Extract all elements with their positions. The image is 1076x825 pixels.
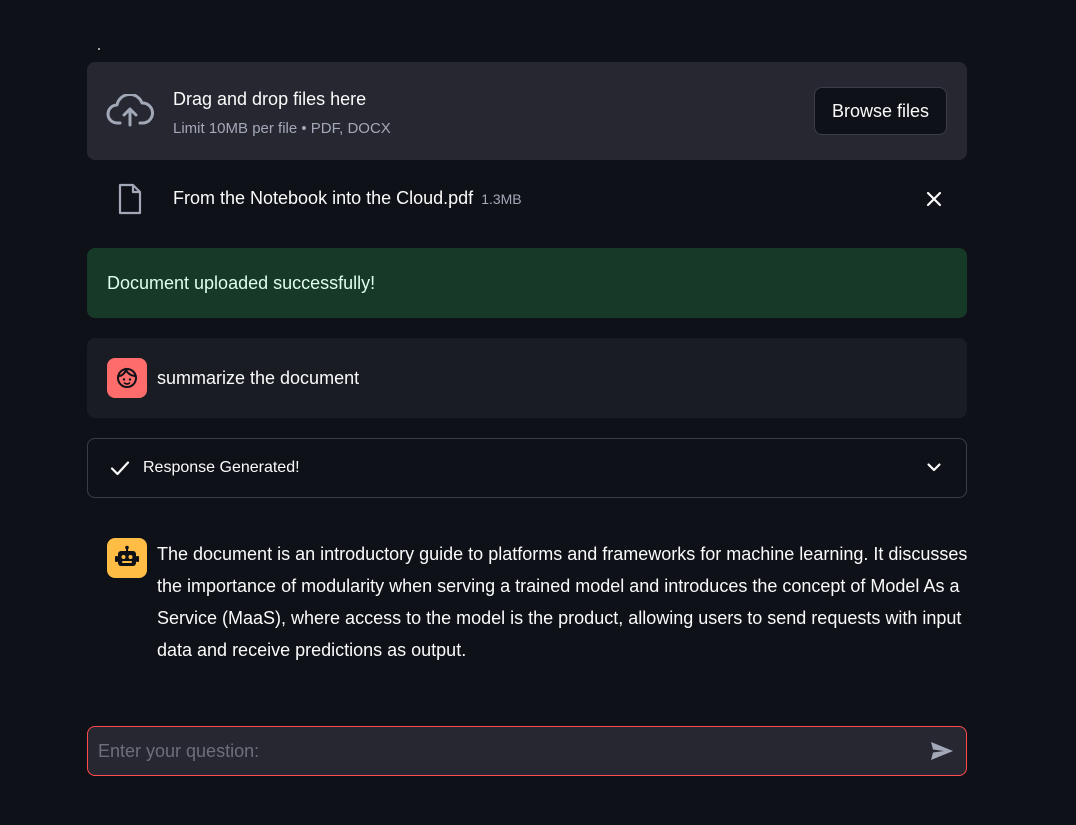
- user-message-text: summarize the document: [157, 368, 360, 388]
- cloud-upload-icon: [106, 94, 154, 127]
- success-alert-text: Document uploaded successfully!: [107, 273, 376, 293]
- chat-input-container: [87, 726, 967, 776]
- dropzone-limit: Limit 10MB per file • PDF, DOCX: [173, 120, 391, 137]
- uploaded-file-row: From the Notebook into the Cloud.pdf 1.3M…: [173, 186, 522, 211]
- app-page: Drag and drop files here Limit 10MB per …: [0, 0, 1076, 825]
- send-icon: [931, 742, 953, 760]
- assistant-message-text: The document is an introductory guide to…: [157, 544, 968, 660]
- check-icon: [110, 461, 130, 476]
- question-input[interactable]: [98, 727, 918, 775]
- uploaded-file-name: From the Notebook into the Cloud.pdf: [173, 188, 474, 208]
- browse-files-button[interactable]: Browse files: [814, 87, 947, 135]
- dropzone-title: Drag and drop files here: [173, 89, 367, 109]
- assistant-avatar: [107, 538, 147, 578]
- expander-label: Response Generated!: [143, 459, 300, 476]
- file-icon: [118, 183, 142, 215]
- close-icon: [926, 191, 942, 207]
- decorative-dot: [98, 48, 100, 50]
- user-avatar: [107, 358, 147, 398]
- uploaded-file-size: 1.3MB: [481, 191, 522, 207]
- robot-icon: [115, 545, 139, 566]
- send-button[interactable]: [928, 738, 956, 764]
- chevron-down-icon[interactable]: [923, 456, 945, 478]
- remove-file-button[interactable]: [921, 186, 947, 212]
- user-face-icon: [117, 367, 137, 388]
